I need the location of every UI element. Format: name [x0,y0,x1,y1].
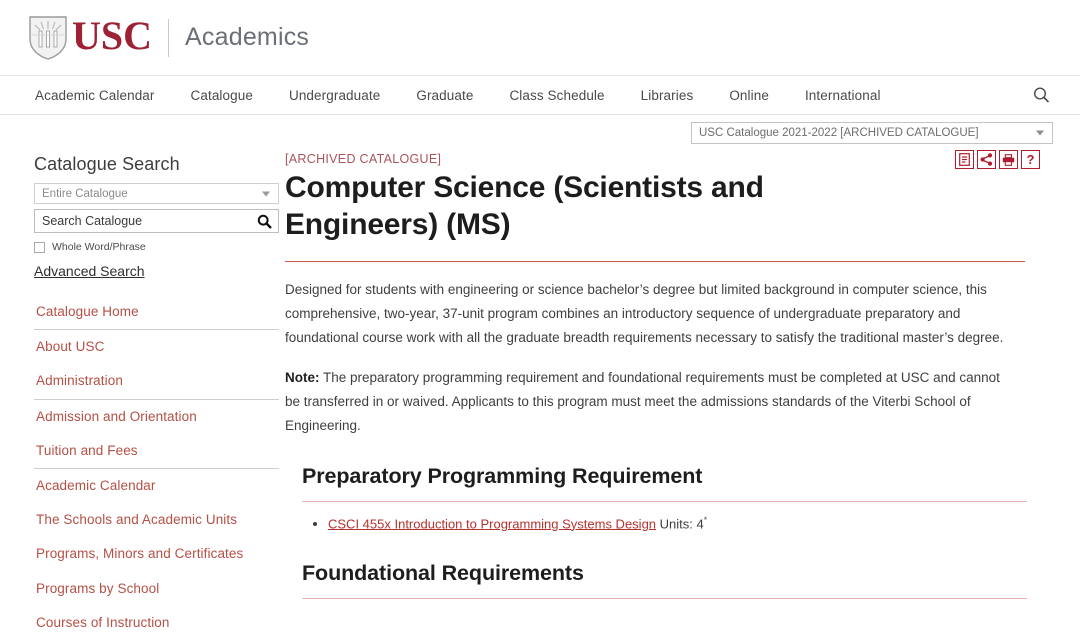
sidebar-item-programs-minors-certificates[interactable]: Programs, Minors and Certificates [34,537,279,571]
course-list: CSCI 455x Introduction to Programming Sy… [302,513,1027,535]
main-content: ? [ARCHIVED CATALOGUE] Computer Science … [277,145,1080,640]
share-icon[interactable] [977,150,996,169]
sidebar-item-catalogue-home[interactable]: Catalogue Home [34,295,279,329]
nav-item-graduate[interactable]: Graduate [398,88,491,103]
course-units: Units: 4 [656,515,704,531]
section-heading: Foundational Requirements [302,560,584,585]
sidebar-item-programs-by-school[interactable]: Programs by School [34,572,279,606]
whole-word-label: Whole Word/Phrase [52,241,146,253]
note-label: Note: [285,369,320,385]
search-icon[interactable] [1033,87,1050,104]
search-scope-value: Entire Catalogue [42,187,128,200]
catalogue-version-select[interactable]: USC Catalogue 2021-2022 [ARCHIVED CATALO… [691,122,1053,144]
sidebar-item-tuition-and-fees[interactable]: Tuition and Fees [34,434,279,468]
search-scope-select[interactable]: Entire Catalogue [34,183,279,204]
nav-item-libraries[interactable]: Libraries [623,88,712,103]
site-header: USC Academics [0,0,1080,75]
archived-catalogue-tag: [ARCHIVED CATALOGUE] [285,152,442,166]
sidebar: Catalogue Search Entire Catalogue Whole … [0,145,279,640]
nav-item-catalogue[interactable]: Catalogue [173,88,271,103]
sidebar-item-about-usc[interactable]: About USC [34,330,279,364]
section-preparatory-programming-requirement: Preparatory Programming Requirement CSCI… [302,464,1027,535]
whole-word-checkbox-row[interactable]: Whole Word/Phrase [34,241,277,253]
nav-item-international[interactable]: International [787,88,899,103]
sidebar-item-admission-and-orientation[interactable]: Admission and Orientation [34,400,279,434]
usc-wordmark: USC [72,13,153,58]
section-divider [302,500,1027,502]
catalogue-search-title: Catalogue Search [34,154,180,174]
chevron-down-icon [1036,130,1044,136]
chevron-down-icon [262,191,270,196]
section-foundational-requirements: Foundational Requirements [302,561,1027,599]
sidebar-item-courses-of-instruction[interactable]: Courses of Instruction [34,606,279,640]
print-degree-planner-icon[interactable] [955,150,974,169]
nav-item-class-schedule[interactable]: Class Schedule [491,88,622,103]
intro-paragraph: Designed for students with engineering o… [285,282,1004,345]
site-subtitle: Academics [185,23,310,51]
sidebar-nav: Catalogue Home About USC Administration … [34,295,279,640]
title-divider [285,261,1025,263]
nav-item-academic-calendar[interactable]: Academic Calendar [30,88,173,103]
page-body: Catalogue Search Entire Catalogue Whole … [0,145,1080,640]
brand-divider [168,18,170,57]
whole-word-checkbox[interactable] [34,241,45,253]
catalogue-version-value: USC Catalogue 2021-2022 [ARCHIVED CATALO… [699,127,979,139]
page-title: Computer Science (Scientists and Enginee… [285,171,764,241]
nav-items: Academic Calendar Catalogue Undergraduat… [30,88,899,103]
catalogue-selector-bar: USC Catalogue 2021-2022 [ARCHIVED CATALO… [0,115,1080,145]
advanced-search-link[interactable]: Advanced Search [34,263,145,279]
sidebar-item-academic-calendar[interactable]: Academic Calendar [34,469,279,503]
usc-academics-logo[interactable]: USC Academics [28,15,309,61]
note-paragraph: Note: The preparatory programming requir… [285,366,1015,438]
note-text: The preparatory programming requirement … [285,369,1000,433]
course-link-csci-455x[interactable]: CSCI 455x Introduction to Programming Sy… [328,516,656,531]
sidebar-item-administration[interactable]: Administration [34,364,279,398]
catalogue-search-box [34,209,279,233]
course-asterisk: * [703,514,708,525]
usc-shield-icon [28,15,68,61]
section-heading: Preparatory Programming Requirement [302,463,703,488]
nav-item-online[interactable]: Online [711,88,787,103]
page-tools: ? [955,150,1040,169]
main-navigation: Academic Calendar Catalogue Undergraduat… [0,75,1080,115]
nav-item-undergraduate[interactable]: Undergraduate [271,88,398,103]
list-item: CSCI 455x Introduction to Programming Sy… [328,513,1027,535]
sidebar-item-schools-and-academic-units[interactable]: The Schools and Academic Units [34,503,279,537]
help-icon[interactable]: ? [1021,150,1040,169]
search-submit-button[interactable] [257,214,272,229]
search-input[interactable] [42,214,257,228]
section-divider [302,597,1027,599]
print-icon[interactable] [999,150,1018,169]
